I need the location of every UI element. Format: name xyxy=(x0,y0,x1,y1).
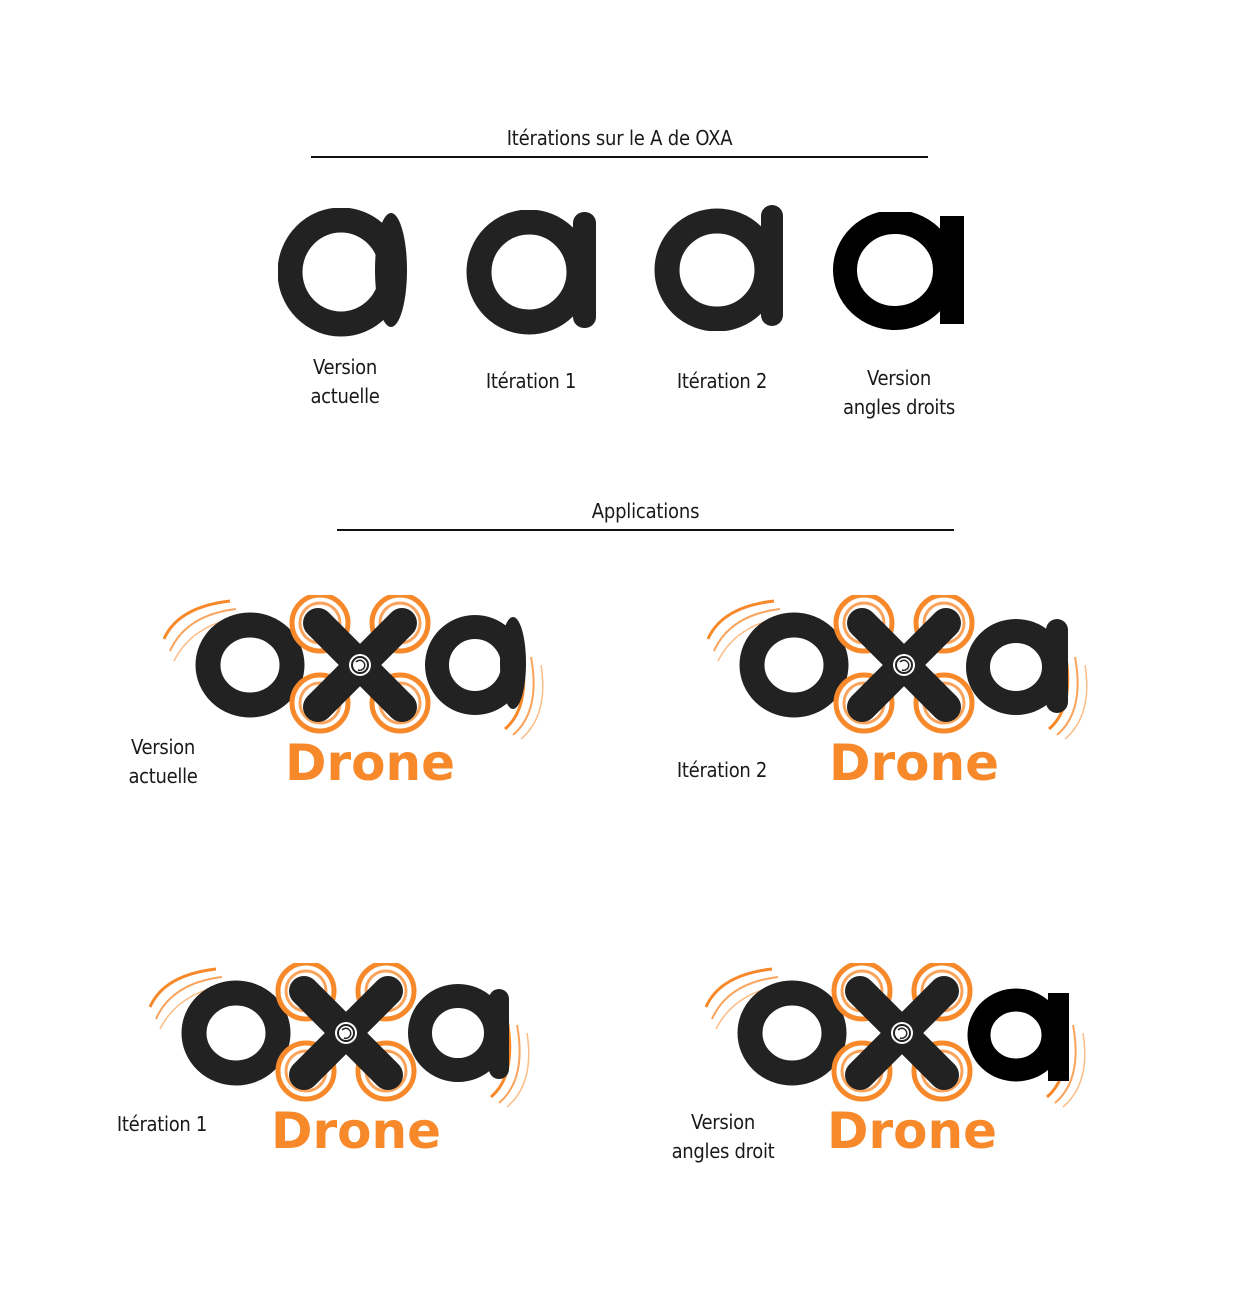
applications-title: Applications xyxy=(591,499,700,523)
glyph-caption-iteration2: Itération 2 xyxy=(676,369,768,393)
letter-a-iteration2-glyph xyxy=(654,205,783,331)
letter-a-current-glyph xyxy=(278,208,407,337)
drone-wordmark: Drone xyxy=(829,734,999,790)
drone-wordmark: Drone xyxy=(827,1102,997,1158)
iterations-title: Itérations sur le A de OXA xyxy=(506,126,733,150)
glyph-caption-right-angles: Version angles droits xyxy=(843,366,955,419)
letter-a-iteration1-glyph xyxy=(466,210,596,335)
iterations-divider xyxy=(311,156,928,158)
app-caption-current: Version actuelle xyxy=(128,735,198,788)
applications-divider xyxy=(337,529,954,531)
drone-wordmark: Drone xyxy=(271,1102,441,1158)
app-caption-right-angles: Version angles droit xyxy=(671,1110,775,1163)
app-caption-iteration2: Itération 2 xyxy=(676,758,768,782)
letter-a-right-angles-glyph xyxy=(833,212,964,330)
oxa-drone-logo-current: Drone xyxy=(162,595,545,790)
drone-wordmark: Drone xyxy=(285,734,455,790)
app-caption-iteration1: Itération 1 xyxy=(116,1112,208,1136)
glyph-caption-current: Version actuelle xyxy=(310,355,380,408)
glyph-caption-iteration1: Itération 1 xyxy=(485,369,577,393)
